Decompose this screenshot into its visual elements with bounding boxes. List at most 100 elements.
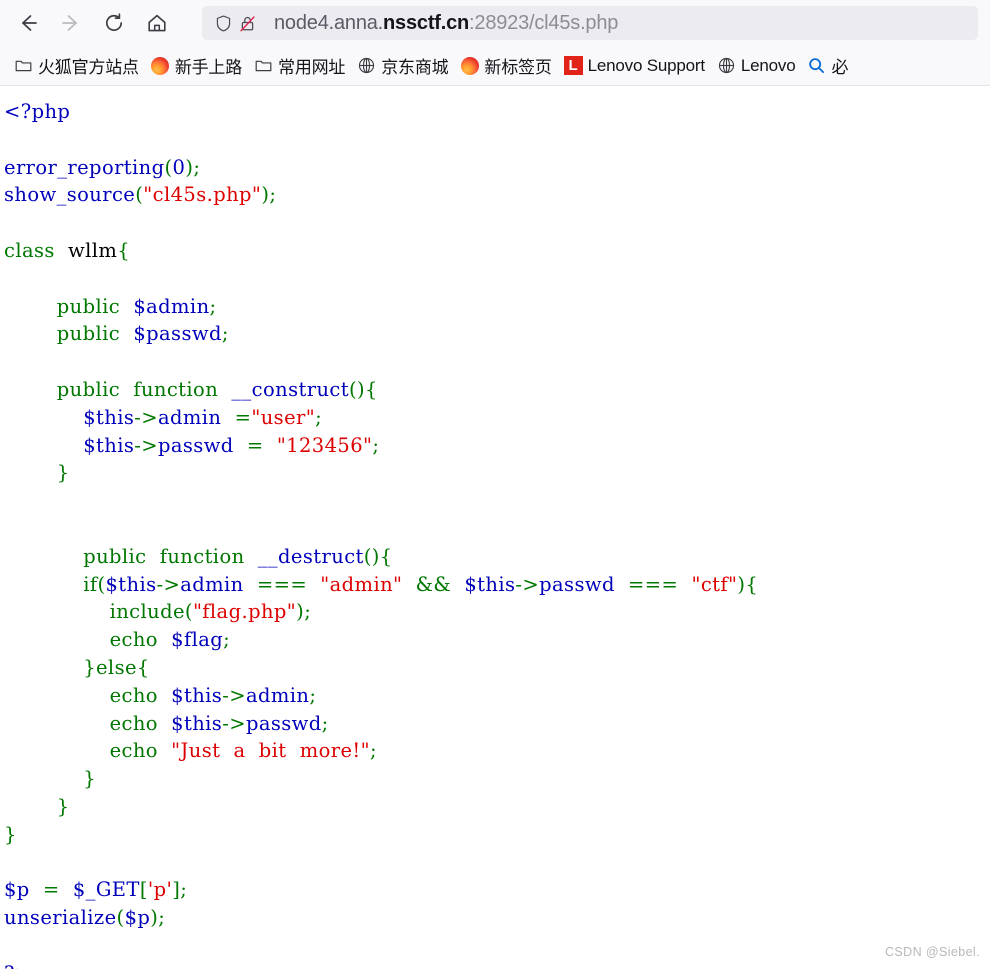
- code-token: }else{: [83, 655, 150, 679]
- bookmark-item-7[interactable]: 必: [801, 51, 854, 81]
- reload-icon: [106, 13, 123, 31]
- php-source-code: <?php error_reporting(0); show_source("c…: [0, 88, 990, 969]
- bookmark-item-2[interactable]: 常用网址: [248, 51, 351, 81]
- code-token: if: [83, 572, 98, 596]
- arrow-left-icon: [22, 15, 37, 31]
- code-token: }: [4, 822, 17, 846]
- shield-icon[interactable]: [212, 12, 234, 34]
- code-token: ->: [515, 572, 540, 596]
- code-token: ;: [221, 322, 229, 346]
- code-token: show_source: [4, 183, 136, 207]
- code-token: class: [4, 238, 55, 262]
- code-token: public: [56, 294, 121, 318]
- code-token: 'p': [147, 878, 173, 902]
- code-token: $flag: [171, 628, 224, 652]
- code-token: ->: [222, 683, 246, 707]
- code-token: ->: [134, 433, 158, 457]
- bookmark-item-0[interactable]: 火狐官方站点: [8, 51, 145, 81]
- url-text[interactable]: node4.anna.nssctf.cn:28923/cl45s.php: [274, 12, 618, 35]
- code-token: (): [363, 544, 380, 568]
- code-token: (: [164, 155, 173, 179]
- code-token: $admin: [133, 294, 210, 318]
- bookmark-label: 火狐官方站点: [38, 58, 139, 77]
- code-token: (: [184, 600, 193, 624]
- bookmark-label: 新标签页: [484, 58, 552, 77]
- url-host: nssctf.cn: [383, 11, 470, 34]
- back-button[interactable]: [10, 5, 46, 41]
- code-token: public: [56, 377, 121, 401]
- bookmark-label: Lenovo: [740, 55, 796, 75]
- code-token: $_GET: [72, 878, 140, 902]
- firefox-icon: [151, 56, 170, 75]
- browser-window: node4.anna.nssctf.cn:28923/cl45s.php 火狐官…: [0, 0, 990, 969]
- firefox-icon: [460, 56, 479, 75]
- bookmark-item-3[interactable]: 京东商城: [351, 51, 454, 81]
- lenovo-logo-icon: L: [563, 56, 583, 75]
- home-button[interactable]: [139, 5, 175, 41]
- globe-icon: [357, 56, 376, 75]
- bookmark-label: Lenovo Support: [587, 55, 705, 75]
- address-bar[interactable]: node4.anna.nssctf.cn:28923/cl45s.php: [202, 6, 978, 40]
- forward-button[interactable]: [53, 5, 89, 41]
- code-token: $passwd: [133, 322, 222, 346]
- code-token: ?>: [4, 962, 32, 969]
- code-token: __construct: [231, 377, 349, 401]
- code-token: wllm: [68, 238, 118, 262]
- url-suffix: :28923/cl45s.php: [469, 11, 619, 34]
- code-token: admin: [245, 683, 310, 707]
- code-token: {: [117, 238, 131, 262]
- code-token: ;: [193, 155, 201, 179]
- code-token: ;: [209, 294, 217, 318]
- code-token: ;: [158, 906, 166, 930]
- code-token: passwd: [157, 433, 234, 457]
- code-token: "flag.php": [192, 600, 297, 624]
- code-token: function: [133, 377, 219, 401]
- code-token: $p: [124, 906, 151, 930]
- code-token: admin: [157, 405, 222, 429]
- code-token: $this: [171, 683, 223, 707]
- bookmark-item-4[interactable]: 新标签页: [454, 51, 557, 81]
- code-token: "cl45s.php": [143, 183, 262, 207]
- code-token: {: [379, 544, 393, 568]
- code-token: [: [139, 878, 148, 902]
- folder-icon: [254, 56, 273, 75]
- bookmark-item-1[interactable]: 新手上路: [145, 51, 248, 81]
- code-token: unserialize: [4, 906, 117, 930]
- reload-button[interactable]: [96, 5, 132, 41]
- browser-chrome: node4.anna.nssctf.cn:28923/cl45s.php 火狐官…: [0, 0, 990, 86]
- bookmark-item-6[interactable]: Lenovo: [711, 51, 802, 81]
- code-token: "ctf": [691, 572, 738, 596]
- code-token: (: [116, 906, 125, 930]
- code-token: ;: [269, 183, 277, 207]
- globe-icon: [717, 56, 736, 75]
- code-token: ;: [304, 600, 312, 624]
- code-token: include: [109, 600, 185, 624]
- code-token: ;: [321, 711, 329, 735]
- code-token: ;: [223, 628, 231, 652]
- lock-crossed-out-icon[interactable]: [236, 12, 258, 34]
- bookmark-item-5[interactable]: L Lenovo Support: [558, 51, 711, 81]
- code-token: ;: [315, 405, 323, 429]
